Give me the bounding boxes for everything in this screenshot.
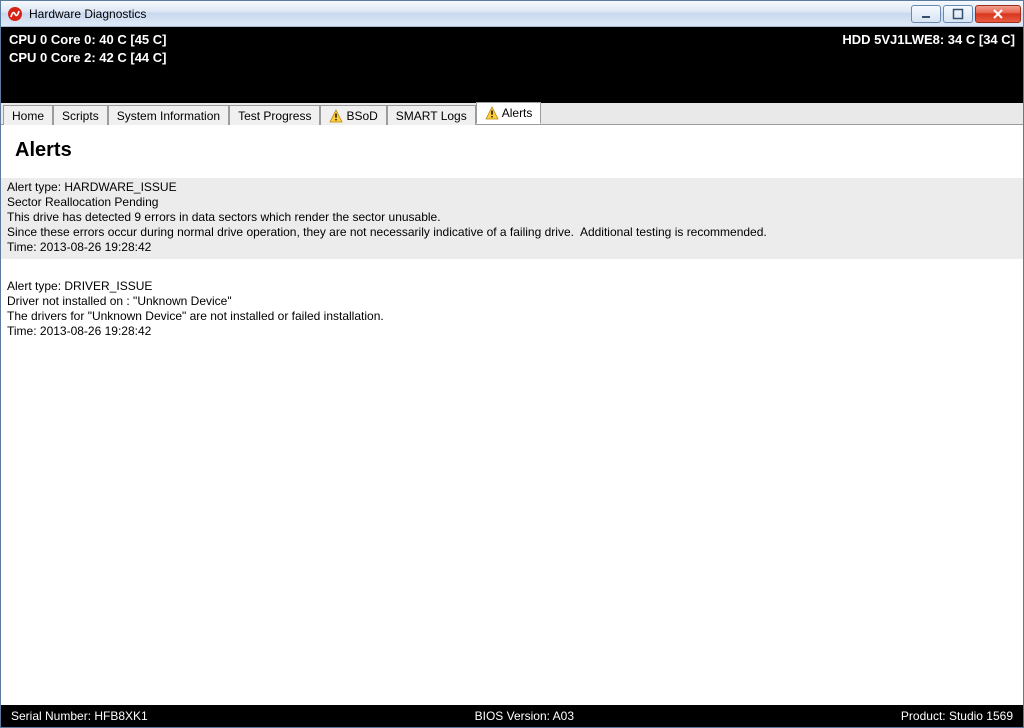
tab-label: System Information [117,109,220,123]
cpu-temperatures: CPU 0 Core 0: 40 C [45 C]CPU 0 Core 2: 4… [9,31,167,99]
title-bar: Hardware Diagnostics [1,1,1023,27]
tab-home[interactable]: Home [3,105,53,125]
footer-bios: BIOS Version: A03 [148,709,901,723]
warning-icon [329,109,343,123]
tab-scripts[interactable]: Scripts [53,105,108,125]
window-controls [911,5,1021,23]
warning-icon [485,106,499,120]
footer-serial: Serial Number: HFB8XK1 [11,709,148,723]
maximize-button[interactable] [943,5,973,23]
tab-smart-logs[interactable]: SMART Logs [387,105,476,125]
window-title: Hardware Diagnostics [29,7,911,21]
alert-line: Since these errors occur during normal d… [7,225,1017,240]
alert-block: Alert type: DRIVER_ISSUEDriver not insta… [1,277,1023,343]
tab-alerts[interactable]: Alerts [476,102,542,124]
minimize-button[interactable] [911,5,941,23]
footer-bar: Serial Number: HFB8XK1 BIOS Version: A03… [1,705,1023,727]
alert-line: Driver not installed on : "Unknown Devic… [7,294,1017,309]
alerts-list: Alert type: HARDWARE_ISSUESector Realloc… [1,178,1023,343]
tab-strip: Home Scripts System Information Test Progre… [1,103,1023,125]
tab-label: Scripts [62,109,99,123]
temperature-status-bar: CPU 0 Core 0: 40 C [45 C]CPU 0 Core 2: 4… [1,27,1023,103]
cpu-temp-line: CPU 0 Core 2: 42 C [44 C] [9,49,167,67]
cpu-temp-line: CPU 0 Core 0: 40 C [45 C] [9,31,167,49]
tab-label: BSoD [346,109,377,123]
alert-line: Alert type: DRIVER_ISSUE [7,279,1017,294]
hdd-temp-line: HDD 5VJ1LWE8: 34 C [34 C] [842,31,1015,49]
page-heading: Alerts [1,125,1023,178]
alert-line: Sector Reallocation Pending [7,195,1017,210]
alert-line: This drive has detected 9 errors in data… [7,210,1017,225]
app-icon [7,6,23,22]
alert-line: The drivers for "Unknown Device" are not… [7,309,1017,324]
tab-label: Home [12,109,44,123]
alert-line: Alert type: HARDWARE_ISSUE [7,180,1017,195]
hdd-temperatures: HDD 5VJ1LWE8: 34 C [34 C] [842,31,1015,99]
alert-line: Time: 2013-08-26 19:28:42 [7,324,1017,339]
footer-product: Product: Studio 1569 [901,709,1013,723]
tab-label: Test Progress [238,109,311,123]
tab-label: SMART Logs [396,109,467,123]
alert-block: Alert type: HARDWARE_ISSUESector Realloc… [1,178,1023,259]
content-area: Alerts Alert type: HARDWARE_ISSUESector … [1,125,1023,705]
tab-bsod[interactable]: BSoD [320,105,386,125]
tab-system-information[interactable]: System Information [108,105,229,125]
close-button[interactable] [975,5,1021,23]
tab-label: Alerts [502,106,533,120]
alert-line: Time: 2013-08-26 19:28:42 [7,240,1017,255]
tab-test-progress[interactable]: Test Progress [229,105,320,125]
